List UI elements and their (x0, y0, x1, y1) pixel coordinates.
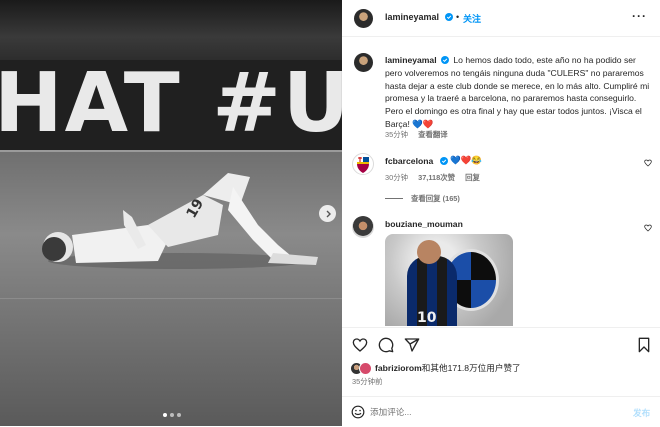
share-icon[interactable] (404, 337, 420, 353)
liked-by-user[interactable]: fabriziorom (375, 363, 422, 373)
jersey-number: 10 (417, 310, 437, 326)
pitch-line (0, 298, 342, 299)
comment-username[interactable]: fcbarcelona (385, 156, 433, 166)
view-replies-label: 查看回复 (165) (411, 194, 460, 203)
follow-button[interactable]: 关注 (463, 12, 481, 25)
heart-icon[interactable] (352, 337, 368, 353)
verified-badge-icon (445, 13, 453, 21)
caption-meta: 35分钟 查看翻译 (385, 129, 448, 140)
caption-username[interactable]: lamineyamal (385, 55, 437, 65)
caption-time: 35分钟 (385, 130, 409, 139)
add-comment-bar: 发布 (342, 396, 660, 427)
carousel-dot (170, 413, 174, 417)
pitch-line (0, 150, 342, 152)
bookmark-icon[interactable] (636, 337, 652, 353)
more-options-icon[interactable]: ··· (632, 9, 647, 23)
reply-button[interactable]: 回复 (465, 173, 480, 182)
carousel-dot (177, 413, 181, 417)
comment-likes[interactable]: 37,118次赞 (418, 173, 455, 182)
emoji-icon[interactable] (351, 405, 365, 419)
comment-text: 💙❤️😂 (450, 155, 483, 165)
comment-input[interactable] (370, 404, 610, 420)
translate-button[interactable]: 查看翻译 (418, 130, 448, 139)
comment-gif[interactable]: 10 (385, 234, 513, 326)
fcb-crest-icon (357, 157, 369, 173)
separator-dot: • (456, 12, 460, 22)
caption: lamineyamal Lo hemos dado todo, este año… (385, 54, 653, 131)
carousel-indicator (163, 413, 181, 417)
comment-meta: 30分钟 37,118次赞 回复 (385, 172, 480, 183)
avatar[interactable] (354, 9, 373, 28)
comment-time: 30分钟 (385, 173, 409, 182)
action-bar (342, 327, 660, 362)
view-replies-button[interactable]: 查看回复 (165) (385, 193, 460, 204)
header-username[interactable]: lamineyamal (385, 12, 439, 22)
liked-by-text: 和其他171.8万位用户赞了 (421, 363, 521, 373)
comment-username[interactable]: bouziane_mouman (385, 219, 463, 229)
replies-line (385, 198, 403, 199)
comment-heart-icon[interactable] (644, 159, 652, 167)
player-lying-image: 19 (42, 173, 318, 269)
carousel-dot (163, 413, 167, 417)
next-arrow-icon[interactable] (319, 205, 336, 222)
avatar[interactable] (352, 216, 374, 238)
verified-badge-icon (440, 56, 449, 64)
avatar[interactable] (354, 53, 373, 72)
post-header: lamineyamal • 关注 ··· (342, 0, 660, 37)
post-sidebar: lamineyamal • 关注 ··· lamineyamal Lo hemo… (342, 0, 660, 426)
posted-time: 35分钟前 (352, 377, 383, 386)
likes-summary: fabriziorom和其他171.8万位用户赞了 (350, 361, 521, 375)
caption-text: Lo hemos dado todo, este año no ha podid… (385, 55, 650, 129)
post-media[interactable]: HAT #U 19 (0, 0, 342, 426)
banner-text: HAT #U (0, 56, 342, 151)
comment-icon[interactable] (378, 337, 394, 353)
comment-heart-icon[interactable] (644, 224, 652, 232)
post-button[interactable]: 发布 (633, 407, 650, 419)
verified-badge-icon (440, 157, 448, 165)
liker-avatar (359, 361, 372, 375)
stadium-stands (0, 0, 342, 62)
player-head (417, 240, 441, 264)
avatar[interactable] (352, 153, 374, 175)
likes-text[interactable]: fabriziorom和其他171.8万位用户赞了 (375, 362, 521, 374)
